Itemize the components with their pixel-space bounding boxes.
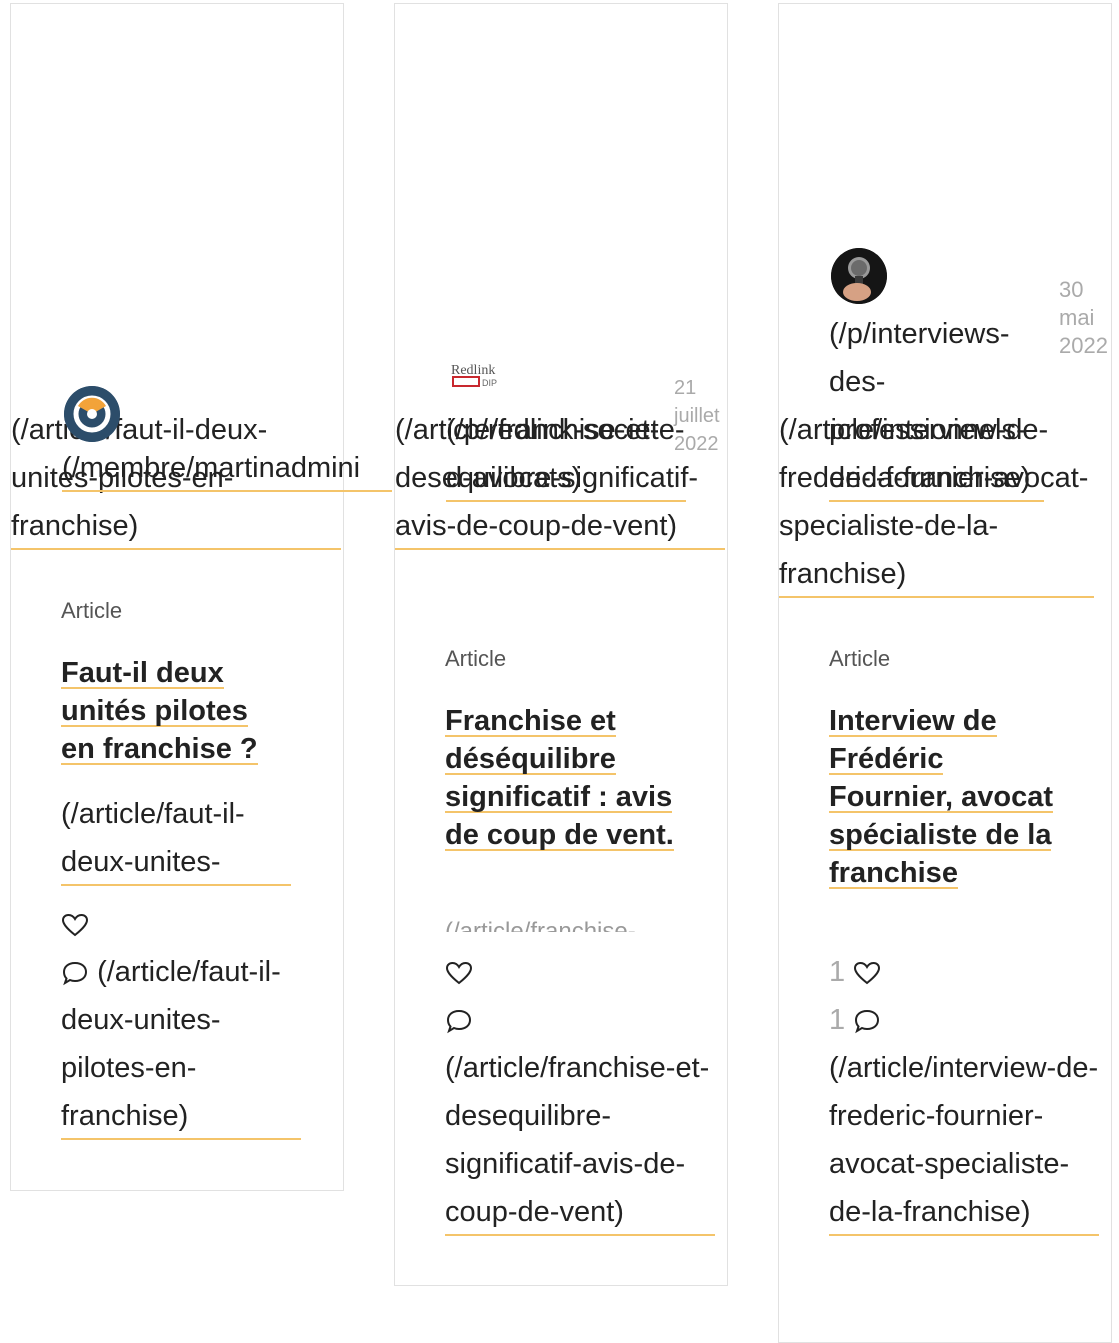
card-2-logo[interactable]: Redlink DIP <box>450 357 502 389</box>
card-2-comments-link[interactable]: (/article/franchise-et-desequilibre-sign… <box>445 996 715 1236</box>
likes-count: 1 <box>829 956 846 988</box>
card-3-date: 30 mai 2022 <box>1059 277 1108 358</box>
microphone-photo-icon <box>831 248 887 304</box>
comment-bubble-icon <box>446 1010 472 1034</box>
card-1-title-link[interactable]: (/article/faut-il-deux-unites- <box>61 790 291 886</box>
heart-icon <box>445 962 473 985</box>
card-2-author-link[interactable]: (/p/redlink-societe-d-avocats) <box>446 406 686 502</box>
card-2-likes[interactable] <box>445 948 473 996</box>
svg-text:DIP: DIP <box>482 378 497 388</box>
card-1-avatar[interactable] <box>64 386 120 442</box>
card-1-type: Article <box>61 598 123 623</box>
comment-bubble-icon <box>62 962 88 986</box>
card-3-avatar[interactable] <box>831 248 887 304</box>
card-2-title-link-clipped[interactable]: (/article/franchise- <box>445 920 685 932</box>
card-1-author-link[interactable]: (/membre/martinadmini <box>62 444 392 492</box>
card-2-type: Article <box>445 646 507 671</box>
card-2-title[interactable]: Franchise et déséquilibre significatif :… <box>445 702 685 854</box>
card-3-likes[interactable]: 1 <box>829 948 881 996</box>
card-3-image-link[interactable]: (/article/interview-de-frederic-fournier… <box>779 406 1094 598</box>
card-3-title[interactable]: Interview de Frédéric Fournier, avocat s… <box>829 702 1069 892</box>
comments-count: 1 <box>829 1004 846 1036</box>
heart-icon <box>854 962 881 985</box>
card-1-likes[interactable] <box>61 900 89 948</box>
wheel-logo-icon <box>64 386 120 442</box>
heart-icon <box>61 914 89 937</box>
card-1-title[interactable]: Faut-il deux unités pilotes en franchise… <box>61 654 281 768</box>
svg-text:Redlink: Redlink <box>451 363 495 378</box>
card-1-comments-link[interactable]: (/article/faut-il-deux-unites-pilotes-en… <box>61 948 301 1140</box>
comment-bubble-icon <box>855 1010 880 1034</box>
redlink-dip-logo-icon: Redlink DIP <box>451 363 497 388</box>
card-3-comments-link[interactable]: 1 (/article/interview-de-frederic-fourni… <box>829 996 1099 1236</box>
card-3-type: Article <box>829 646 891 671</box>
